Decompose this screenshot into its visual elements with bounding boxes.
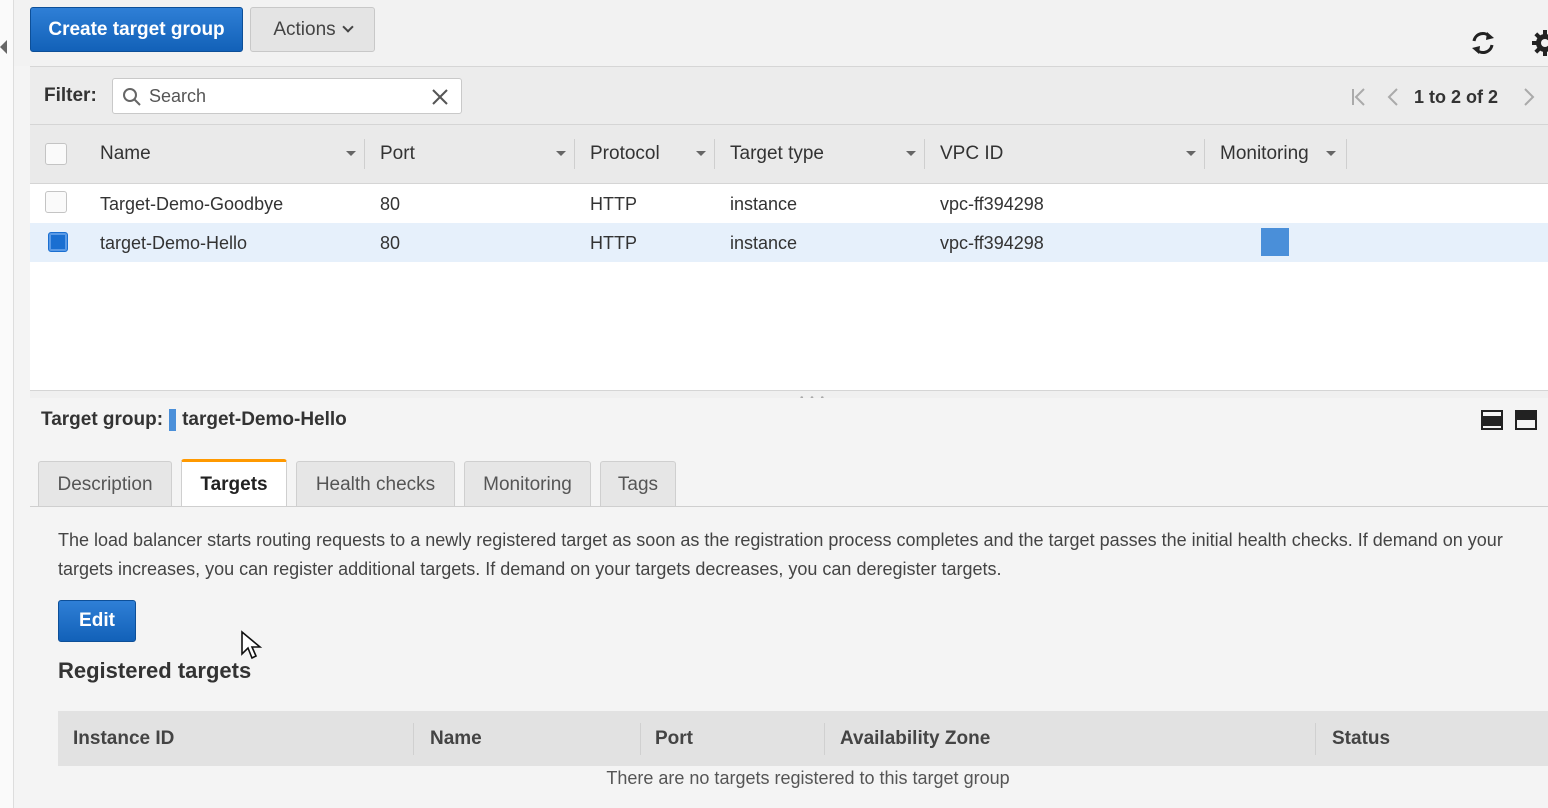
column-divider bbox=[1346, 139, 1347, 169]
column-header-label: Target type bbox=[730, 143, 824, 164]
cell-port: 80 bbox=[380, 194, 401, 214]
cell-name: target-Demo-Hello bbox=[100, 233, 248, 253]
cell-vpc-id: vpc-ff394298 bbox=[940, 233, 1044, 253]
search-box[interactable] bbox=[112, 78, 462, 114]
tab-description[interactable]: Description bbox=[38, 461, 172, 507]
search-icon bbox=[123, 88, 141, 106]
column-divider bbox=[714, 139, 715, 169]
pagination-text: 1 to 2 of 2 bbox=[1414, 86, 1499, 107]
column-header-monitoring[interactable]: Monitoring bbox=[1220, 125, 1340, 183]
cell-protocol: HTTP bbox=[590, 194, 637, 214]
column-header-vpc-id[interactable]: VPC ID bbox=[940, 125, 1200, 183]
sort-caret-icon bbox=[556, 151, 566, 156]
targets-description: The load balancer starts routing request… bbox=[58, 530, 1503, 579]
table-row[interactable]: target-Demo-Hello 80 HTTP instance vpc-f… bbox=[30, 223, 1548, 262]
row-checkbox[interactable] bbox=[48, 232, 68, 252]
column-header-protocol[interactable]: Protocol bbox=[590, 125, 710, 183]
sort-caret-icon bbox=[1186, 151, 1196, 156]
column-divider bbox=[413, 723, 414, 755]
create-target-group-button[interactable]: Create target group bbox=[30, 7, 243, 52]
registered-targets-title: Registered targets bbox=[58, 658, 252, 683]
table-row[interactable]: Target-Demo-Goodbye 80 HTTP instance vpc… bbox=[30, 184, 1548, 223]
sort-caret-icon bbox=[696, 151, 706, 156]
gear-icon[interactable] bbox=[1530, 28, 1548, 58]
panel-splitter[interactable]: • • • bbox=[30, 390, 1548, 404]
column-header-availability-zone[interactable]: Availability Zone bbox=[840, 728, 990, 750]
column-header-target-type[interactable]: Target type bbox=[730, 125, 920, 183]
target-group-marker bbox=[169, 409, 177, 431]
column-divider bbox=[924, 139, 925, 169]
sort-caret-icon bbox=[906, 151, 916, 156]
toolbar: Create target group Actions bbox=[14, 0, 1548, 66]
column-header-instance-id[interactable]: Instance ID bbox=[73, 728, 174, 750]
first-page-icon[interactable] bbox=[1342, 84, 1376, 110]
target-group-name: target-Demo-Hello bbox=[182, 409, 347, 430]
tab-targets[interactable]: Targets bbox=[181, 459, 287, 507]
filter-bar: Filter: 1 to 2 of 2 bbox=[30, 66, 1548, 124]
row-checkbox[interactable] bbox=[45, 191, 67, 213]
column-header-label: Port bbox=[380, 143, 415, 164]
column-header-label: VPC ID bbox=[940, 143, 1004, 164]
column-header-label: Name bbox=[100, 143, 151, 164]
sort-caret-icon bbox=[346, 151, 356, 156]
registered-targets-header: Instance ID Name Port Availability Zone … bbox=[58, 711, 1548, 766]
column-header-label: Protocol bbox=[590, 143, 660, 164]
cell-protocol: HTTP bbox=[590, 233, 637, 253]
cell-port: 80 bbox=[380, 233, 401, 253]
target-group-label: Target group: bbox=[41, 409, 164, 430]
tabs-divider bbox=[30, 506, 1548, 507]
cell-target-type: instance bbox=[730, 233, 798, 253]
chevron-down-icon bbox=[341, 21, 354, 33]
sort-caret-icon bbox=[1326, 151, 1336, 156]
left-rail bbox=[0, 0, 14, 808]
column-header-name[interactable]: Name bbox=[430, 728, 482, 750]
table-header: Name Port Protocol Target type VPC ID Mo… bbox=[30, 124, 1548, 184]
empty-state-message: There are no targets registered to this … bbox=[606, 768, 1010, 788]
column-header-port[interactable]: Port bbox=[655, 728, 693, 750]
panel-layout-icon[interactable] bbox=[1481, 410, 1503, 430]
column-header-name[interactable]: Name bbox=[100, 125, 360, 183]
tab-tags[interactable]: Tags bbox=[600, 461, 676, 507]
column-divider bbox=[1315, 723, 1316, 755]
filter-label: Filter: bbox=[44, 85, 97, 106]
actions-label: Actions bbox=[273, 18, 336, 40]
tab-monitoring[interactable]: Monitoring bbox=[464, 461, 591, 507]
pagination: 1 to 2 of 2 bbox=[1342, 83, 1546, 111]
column-divider bbox=[1204, 139, 1205, 169]
prev-page-icon[interactable] bbox=[1376, 84, 1410, 110]
column-header-port[interactable]: Port bbox=[380, 125, 570, 183]
column-divider bbox=[364, 139, 365, 169]
panel-maximize-icon[interactable] bbox=[1515, 410, 1537, 430]
column-divider bbox=[640, 723, 641, 755]
target-groups-table: Name Port Protocol Target type VPC ID Mo… bbox=[30, 124, 1548, 390]
cell-vpc-id: vpc-ff394298 bbox=[940, 194, 1044, 214]
column-header-status[interactable]: Status bbox=[1332, 728, 1390, 750]
edit-button[interactable]: Edit bbox=[58, 600, 136, 642]
select-all-checkbox[interactable] bbox=[45, 143, 67, 165]
column-divider bbox=[574, 139, 575, 169]
column-header-label: Monitoring bbox=[1220, 143, 1309, 164]
search-input[interactable] bbox=[149, 83, 419, 109]
detail-panel: Target group: target-Demo-Hello Descript… bbox=[30, 398, 1548, 808]
next-page-icon[interactable] bbox=[1512, 84, 1546, 110]
column-divider bbox=[824, 723, 825, 755]
collapse-arrow-icon[interactable] bbox=[0, 40, 7, 54]
tab-health-checks[interactable]: Health checks bbox=[296, 461, 455, 507]
monitoring-indicator[interactable] bbox=[1261, 228, 1289, 256]
cell-name: Target-Demo-Goodbye bbox=[100, 194, 284, 214]
target-group-title: Target group: target-Demo-Hello bbox=[41, 409, 347, 431]
refresh-icon[interactable] bbox=[1468, 28, 1498, 58]
cell-target-type: instance bbox=[730, 194, 798, 214]
close-icon[interactable] bbox=[431, 88, 449, 106]
actions-dropdown-button[interactable]: Actions bbox=[250, 7, 375, 52]
